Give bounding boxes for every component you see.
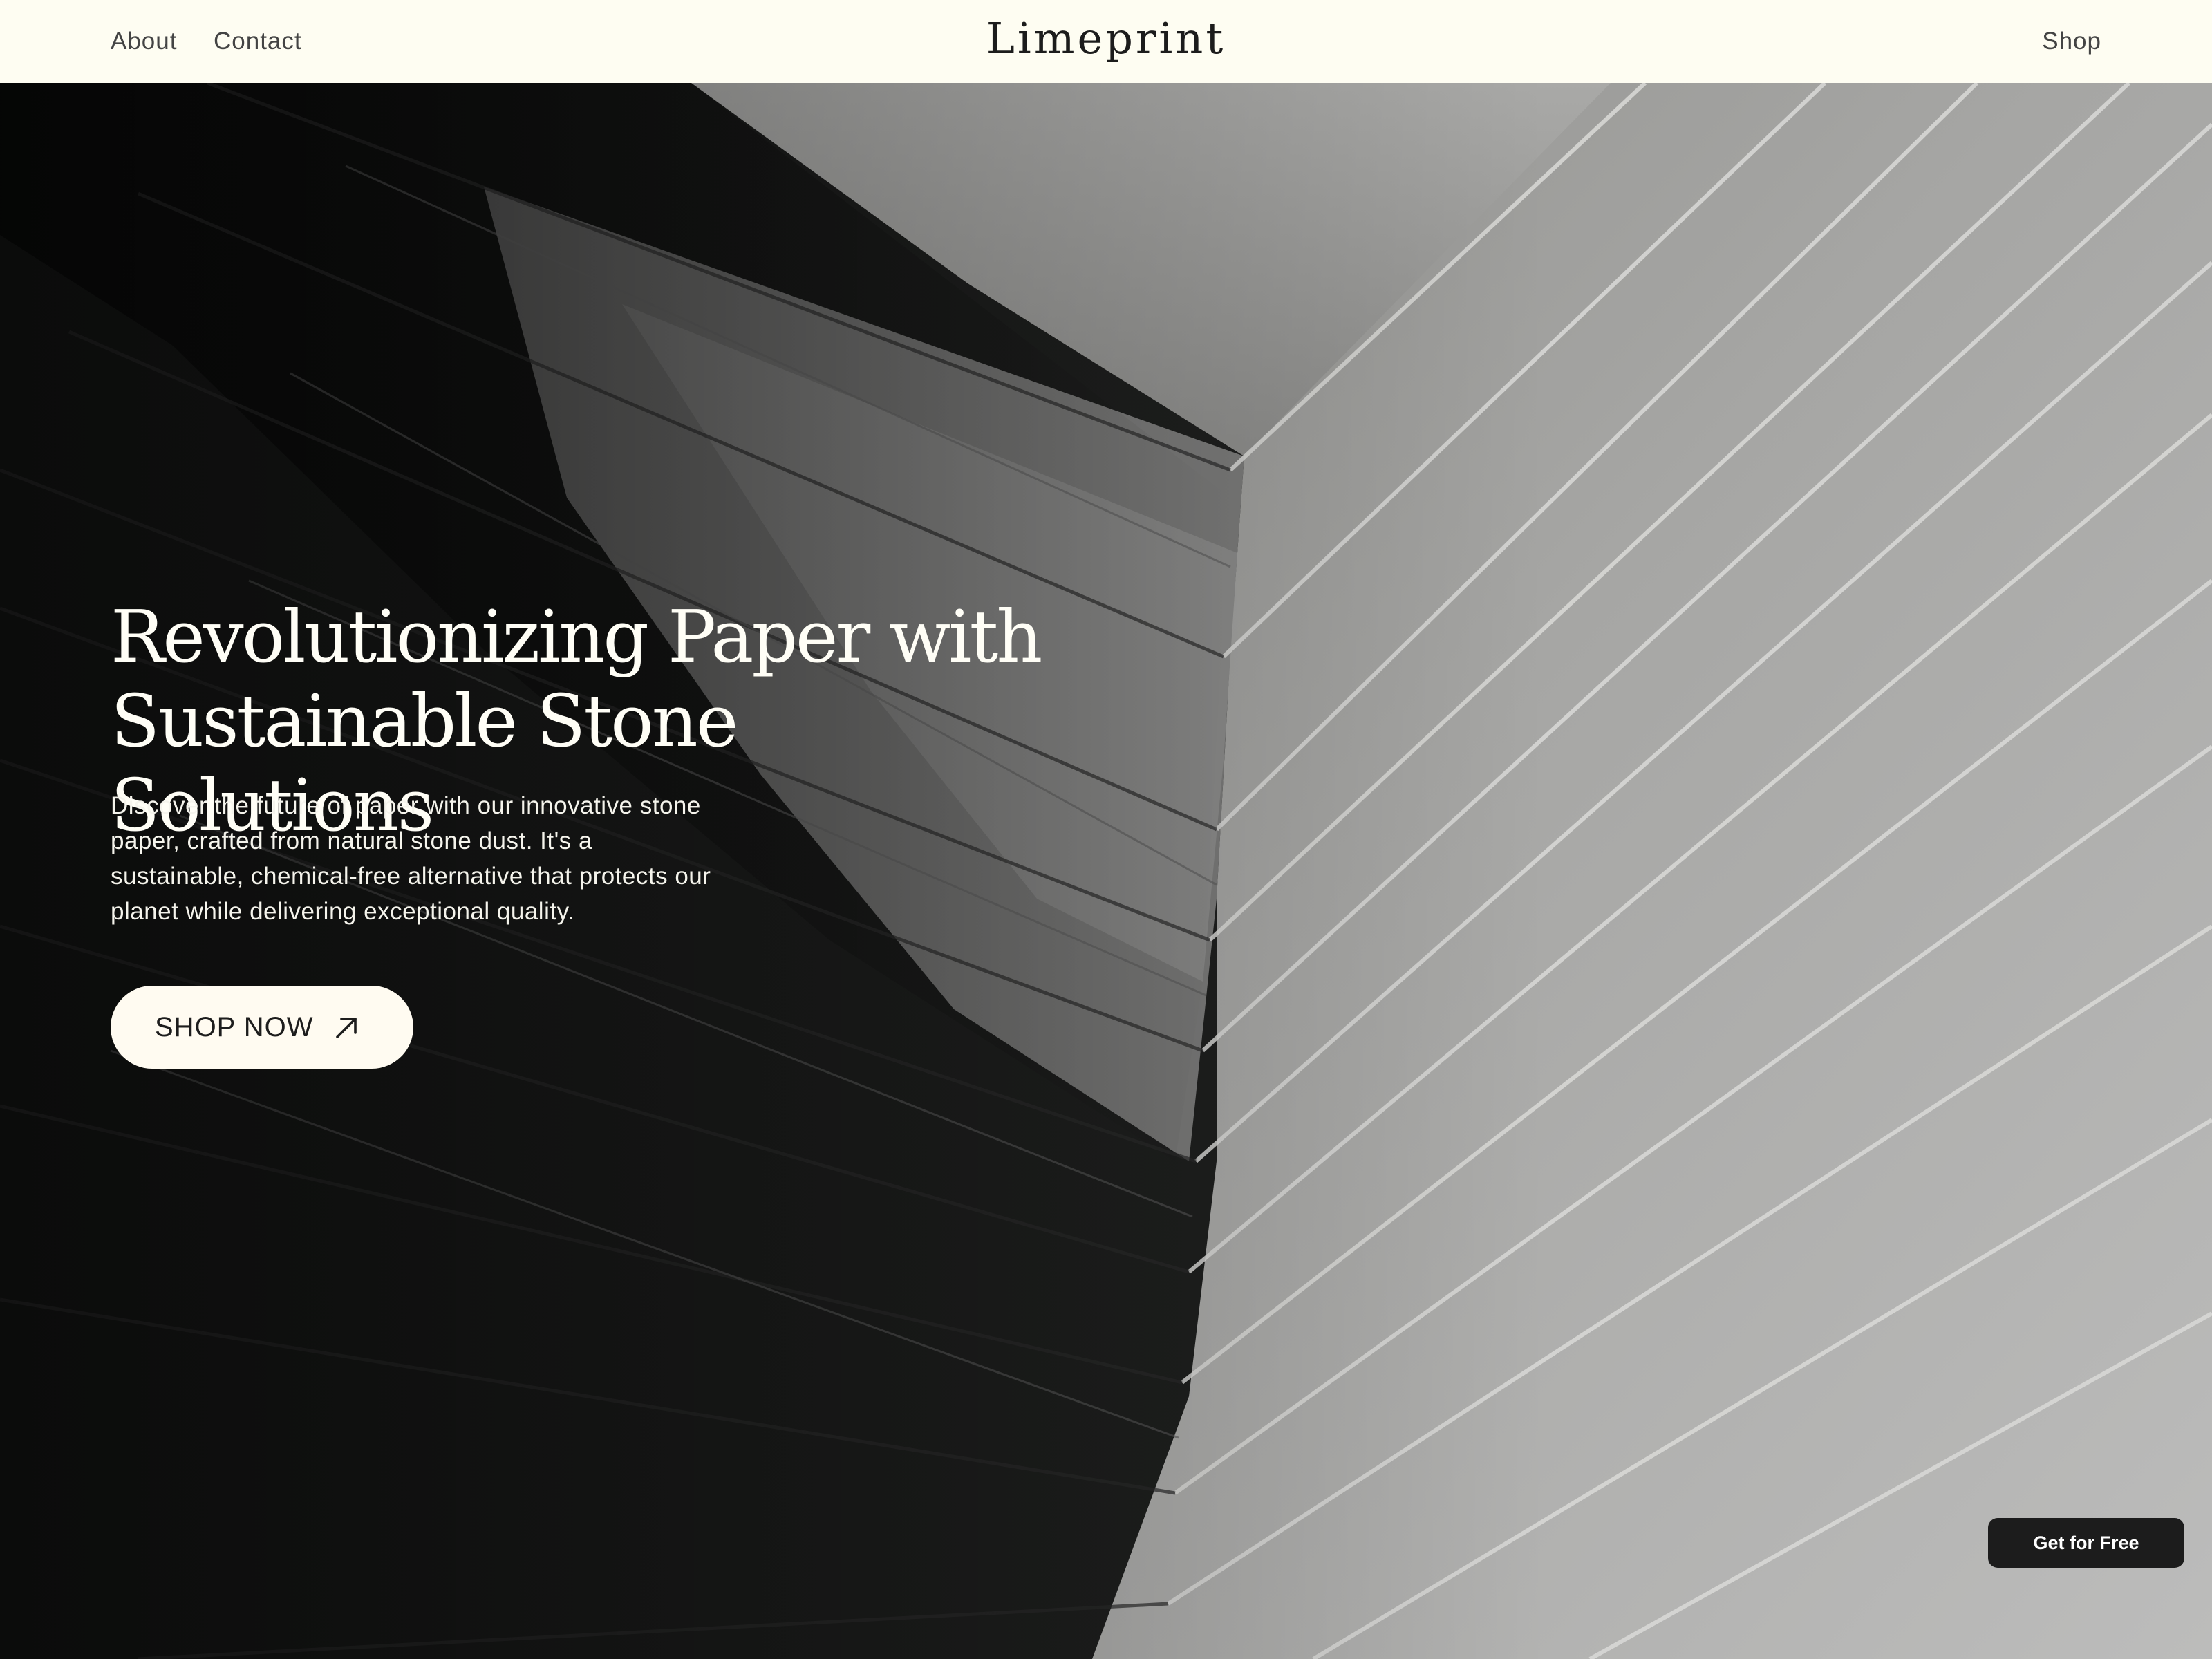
hero-section: Revolutionizing Paper with Sustainable S… [0,83,2212,1659]
nav-link-shop[interactable]: Shop [2042,25,2101,58]
brand-logo[interactable]: Limeprint [986,13,1226,64]
shop-now-button[interactable]: SHOP NOW [111,986,413,1069]
nav-link-contact[interactable]: Contact [214,25,302,58]
hero-description: Discover the future of paper with our in… [111,792,711,925]
arrow-up-right-icon [336,1018,357,1038]
hero-title-line-1: Revolutionizing Paper with [111,594,1042,679]
nav-link-about[interactable]: About [111,25,177,58]
logo-wrapper: Limeprint [0,10,2212,68]
site-header: About Contact Limeprint Shop [0,0,2212,83]
shop-now-label: SHOP NOW [155,1011,314,1042]
get-for-free-button[interactable]: Get for Free [1988,1518,2184,1568]
